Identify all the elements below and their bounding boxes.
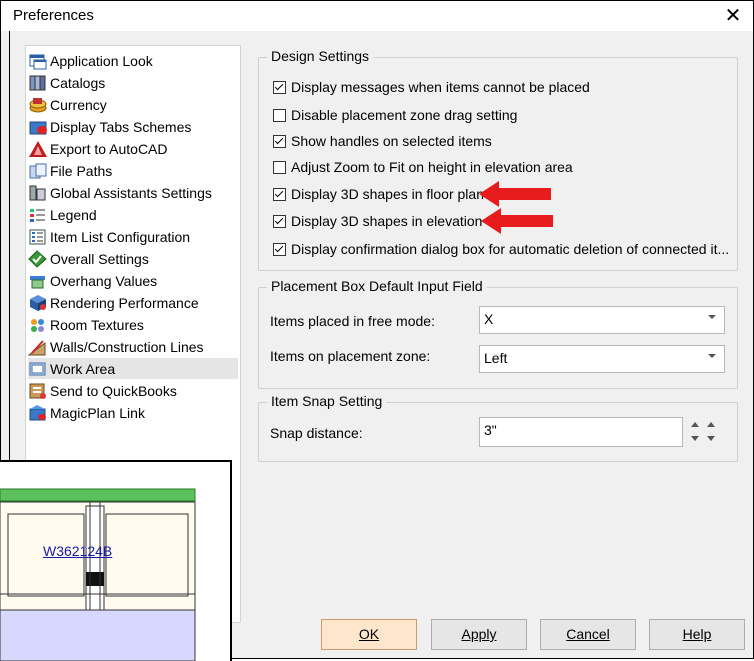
left-border-strip [1, 31, 10, 461]
application-look-icon [28, 52, 48, 70]
placement-zone-combo[interactable]: Left [479, 345, 725, 373]
catalogs-icon [28, 74, 48, 92]
global-assistants-icon [28, 184, 48, 202]
disable-placement-drag-checkbox[interactable] [273, 108, 286, 122]
legend-icon [28, 206, 48, 224]
file-paths-icon [28, 162, 48, 180]
rendering-icon [28, 294, 48, 312]
3d-floor-plan-checkbox[interactable] [273, 187, 286, 201]
currency-icon [28, 96, 48, 114]
tree-item-magicplan-link[interactable]: MagicPlan Link [28, 402, 238, 423]
free-mode-label: Items placed in free mode: [270, 313, 435, 329]
item-snap-title: Item Snap Setting [267, 393, 387, 409]
quickbooks-icon [28, 382, 48, 400]
option-3d-floor-plan[interactable]: Display 3D shapes in floor plan [273, 184, 484, 204]
option-adjust-zoom[interactable]: Adjust Zoom to Fit on height in elevatio… [273, 157, 573, 177]
tree-item-global-assistants-settings[interactable]: Global Assistants Settings [28, 182, 238, 203]
snap-distance-spinner[interactable] [687, 419, 717, 447]
room-textures-icon [28, 316, 48, 334]
red-arrow-icon-2 [481, 208, 553, 234]
cabinet-label: W362124B [43, 543, 113, 559]
walls-icon [28, 338, 48, 356]
cancel-button[interactable]: Cancel [540, 619, 636, 650]
title-bar: Preferences ✕ [1, 1, 753, 31]
adjust-zoom-checkbox[interactable] [273, 160, 286, 174]
tree-item-display-tabs-schemes[interactable]: Display Tabs Schemes [28, 116, 238, 137]
snap-distance-label: Snap distance: [270, 425, 363, 441]
free-mode-combo[interactable]: X [479, 306, 725, 334]
work-area-icon [28, 360, 48, 378]
tree-item-overhang-values[interactable]: Overhang Values [28, 270, 238, 291]
display-messages-checkbox[interactable] [273, 80, 286, 94]
tree-item-catalogs[interactable]: Catalogs [28, 72, 238, 93]
tree-item-item-list-configuration[interactable]: Item List Configuration [28, 226, 238, 247]
tree-item-legend[interactable]: Legend [28, 204, 238, 225]
tree-item-file-paths[interactable]: File Paths [28, 160, 238, 181]
red-arrow-icon [479, 181, 551, 207]
tree-item-send-to-quickbooks[interactable]: Send to QuickBooks [28, 380, 238, 401]
option-3d-elevation[interactable]: Display 3D shapes in elevation [273, 211, 482, 231]
item-list-icon [28, 228, 48, 246]
chevron-down-icon [708, 315, 716, 319]
placement-zone-label: Items on placement zone: [270, 348, 431, 364]
close-button[interactable]: ✕ [721, 4, 745, 28]
option-disable-placement-zone-drag[interactable]: Disable placement zone drag setting [273, 105, 517, 125]
overall-settings-icon [28, 249, 48, 268]
apply-button[interactable]: Apply [431, 619, 527, 650]
show-handles-checkbox[interactable] [273, 134, 286, 148]
confirmation-dialog-checkbox[interactable] [273, 242, 286, 256]
tree-item-application-look[interactable]: Application Look [28, 50, 238, 71]
autocad-icon [28, 140, 48, 158]
option-display-messages[interactable]: Display messages when items cannot be pl… [273, 77, 590, 97]
chevron-down-icon-2 [708, 354, 716, 358]
cabinet-drawing [0, 488, 196, 661]
3d-elevation-checkbox[interactable] [273, 214, 286, 228]
help-button[interactable]: Help [649, 619, 745, 650]
display-tabs-icon [28, 118, 48, 136]
window-title: Preferences [13, 7, 94, 24]
snap-distance-input[interactable]: 3" [479, 417, 683, 447]
tree-item-room-textures[interactable]: Room Textures [28, 314, 238, 335]
placement-box-title: Placement Box Default Input Field [267, 278, 487, 294]
placement-box-group: Placement Box Default Input Field [258, 278, 738, 389]
cabinet-elevation-inset: W362124B [0, 460, 232, 661]
overhang-icon [28, 272, 48, 290]
ok-button[interactable]: OK [321, 619, 417, 650]
option-show-handles[interactable]: Show handles on selected items [273, 131, 492, 151]
tree-item-currency[interactable]: Currency [28, 94, 238, 115]
tree-item-rendering-performance[interactable]: Rendering Performance [28, 292, 238, 313]
tree-item-export-to-autocad[interactable]: Export to AutoCAD [28, 138, 238, 159]
design-settings-title: Design Settings [267, 48, 374, 64]
option-confirmation-dialog[interactable]: Display confirmation dialog box for auto… [273, 239, 729, 259]
tree-item-overall-settings[interactable]: Overall Settings [28, 248, 238, 269]
tree-item-walls-construction-lines[interactable]: Walls/Construction Lines [28, 336, 238, 357]
tree-item-work-area[interactable]: Work Area [28, 358, 238, 379]
magicplan-icon [28, 404, 48, 422]
